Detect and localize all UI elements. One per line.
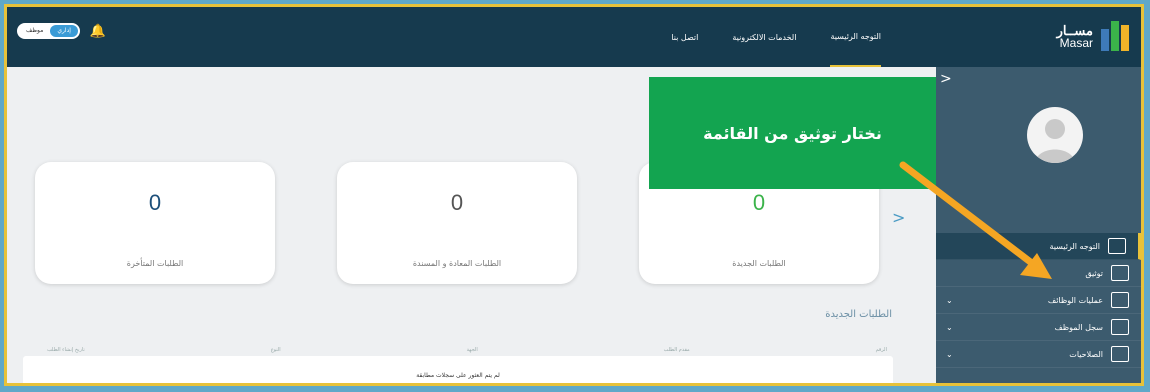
screenshot-frame: موظف إداري 🔔 التوجه الرئيسية الخدمات الا… (4, 4, 1144, 386)
pointer-arrow-icon (899, 161, 1052, 279)
